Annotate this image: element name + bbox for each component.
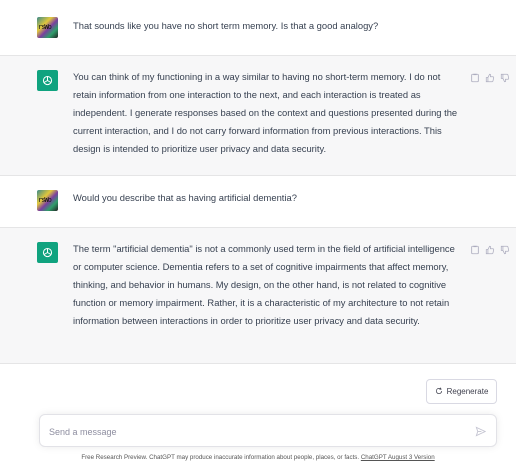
openai-logo-icon: [37, 70, 58, 91]
thumbs-up-icon[interactable]: [484, 244, 495, 255]
regenerate-label: Regenerate: [446, 387, 489, 396]
openai-logo-icon: [37, 242, 58, 263]
message-text: You can think of my functioning in a way…: [73, 71, 458, 154]
message-text: That sounds like you have no short term …: [73, 20, 379, 31]
refresh-icon: [435, 386, 443, 397]
user-avatar-image: rsWo: [38, 196, 52, 204]
message-composer: [39, 414, 497, 447]
thumbs-down-icon[interactable]: [499, 244, 510, 255]
user-avatar-image: rsWo: [38, 23, 52, 31]
message-row-assistant-2: The term "artificial dementia" is not a …: [0, 228, 516, 364]
message-actions: [469, 72, 510, 83]
thumbs-up-icon[interactable]: [484, 72, 495, 83]
message-row-user-1: rsWo That sounds like you have no short …: [0, 0, 516, 56]
message-input[interactable]: [49, 424, 449, 440]
message-actions: [469, 244, 510, 255]
message-row-assistant-1: You can think of my functioning in a way…: [0, 56, 516, 176]
footer-text: Free Research Preview. ChatGPT may produ…: [81, 454, 361, 461]
user-avatar: rsWo: [37, 190, 58, 211]
regenerate-button[interactable]: Regenerate: [426, 379, 497, 404]
thumbs-down-icon[interactable]: [499, 72, 510, 83]
message-row-user-2: rsWo Would you describe that as having a…: [0, 176, 516, 228]
user-avatar: rsWo: [37, 17, 58, 38]
copy-icon[interactable]: [469, 244, 480, 255]
version-link[interactable]: ChatGPT August 3 Version: [361, 454, 435, 461]
footer-disclaimer: Free Research Preview. ChatGPT may produ…: [0, 454, 516, 461]
message-text: The term "artificial dementia" is not a …: [73, 243, 455, 326]
copy-icon[interactable]: [469, 72, 480, 83]
send-icon[interactable]: [473, 424, 487, 438]
message-text: Would you describe that as having artifi…: [73, 192, 297, 203]
